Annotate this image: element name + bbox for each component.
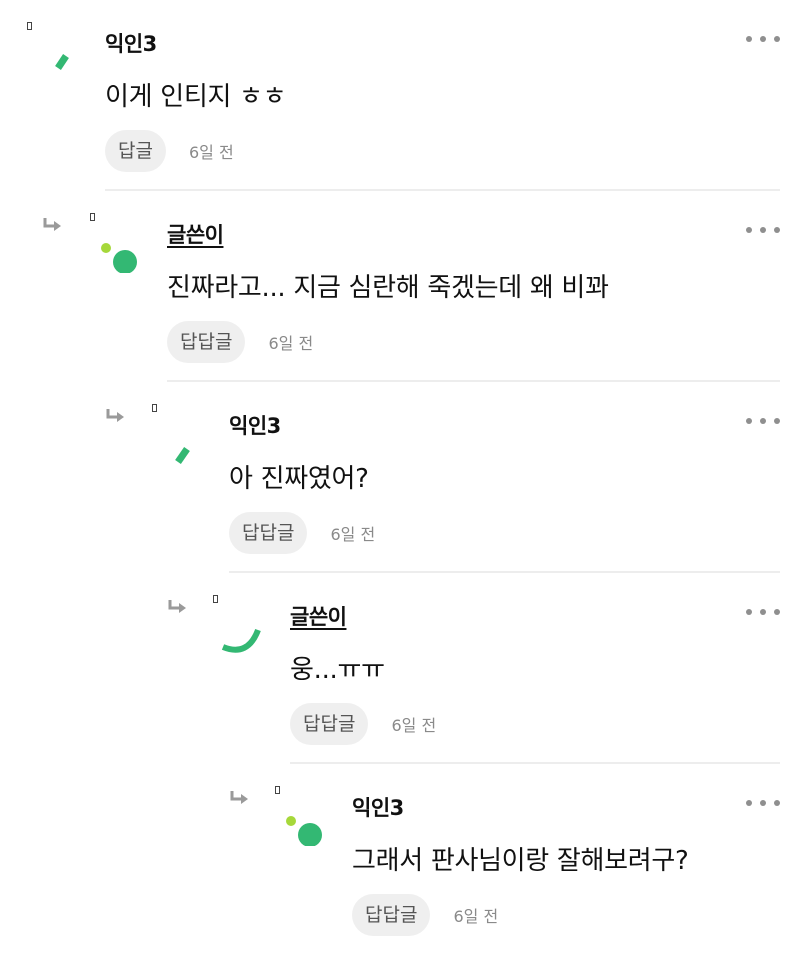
comment-actions: 답글 6일 전 <box>105 130 234 172</box>
comment-actions: 답답글 6일 전 <box>290 703 436 745</box>
reply-button[interactable]: 답글 <box>105 130 166 172</box>
comment-item: 글쓴이 웅...ㅠㅠ 답답글 6일 전 <box>0 573 800 764</box>
reply-arrow-icon <box>43 218 61 231</box>
more-options-icon[interactable] <box>746 606 780 618</box>
comment-time: 6일 전 <box>453 907 499 926</box>
green-dots-icon <box>286 816 322 846</box>
comment-author[interactable]: 익인3 <box>105 28 157 58</box>
more-options-icon[interactable] <box>746 33 780 45</box>
anon-marker-icon <box>275 786 280 794</box>
comment-author[interactable]: 글쓴이 <box>290 601 347 631</box>
more-options-icon[interactable] <box>746 797 780 809</box>
comment-time: 6일 전 <box>268 334 314 353</box>
comment-time: 6일 전 <box>391 716 437 735</box>
comment-text: 웅...ㅠㅠ <box>290 655 385 685</box>
more-options-icon[interactable] <box>746 415 780 427</box>
comment-time: 6일 전 <box>330 525 376 544</box>
anon-marker-icon <box>90 213 95 221</box>
comment-text: 진짜라고... 지금 심란해 죽겠는데 왜 비꽈 <box>167 273 609 303</box>
comment-item: 익인3 그래서 판사님이랑 잘해보려구? 답답글 6일 전 <box>0 764 800 955</box>
anon-marker-icon <box>213 595 218 603</box>
comment-actions: 답답글 6일 전 <box>229 512 375 554</box>
reply-arrow-icon <box>168 600 186 613</box>
more-options-icon[interactable] <box>746 224 780 236</box>
comment-time: 6일 전 <box>188 143 234 162</box>
comment-author[interactable]: 익인3 <box>352 792 404 822</box>
reply-button[interactable]: 답답글 <box>290 703 369 745</box>
reply-button[interactable]: 답답글 <box>167 321 246 363</box>
green-dots-icon <box>101 243 137 273</box>
reply-arrow-icon <box>106 409 124 422</box>
comment-item: 익인3 이게 인티지 ㅎㅎ 답글 6일 전 <box>0 0 800 191</box>
comment-text: 아 진짜였어? <box>229 464 369 494</box>
reply-button[interactable]: 답답글 <box>229 512 308 554</box>
comment-author[interactable]: 익인3 <box>229 410 281 440</box>
comment-actions: 답답글 6일 전 <box>352 894 498 936</box>
comment-item: 글쓴이 진짜라고... 지금 심란해 죽겠는데 왜 비꽈 답답글 6일 전 <box>0 191 800 382</box>
anon-marker-icon <box>152 404 157 412</box>
comment-text: 그래서 판사님이랑 잘해보려구? <box>352 846 689 876</box>
green-slash-icon <box>175 447 190 464</box>
reply-arrow-icon <box>230 791 248 804</box>
green-arc-icon <box>221 628 261 653</box>
anon-marker-icon <box>27 22 32 30</box>
comment-actions: 답답글 6일 전 <box>167 321 313 363</box>
green-slash-icon <box>55 54 69 70</box>
comment-item: 익인3 아 진짜였어? 답답글 6일 전 <box>0 382 800 573</box>
comment-author[interactable]: 글쓴이 <box>167 219 224 249</box>
reply-button[interactable]: 답답글 <box>352 894 431 936</box>
comment-text: 이게 인티지 ㅎㅎ <box>105 82 287 112</box>
